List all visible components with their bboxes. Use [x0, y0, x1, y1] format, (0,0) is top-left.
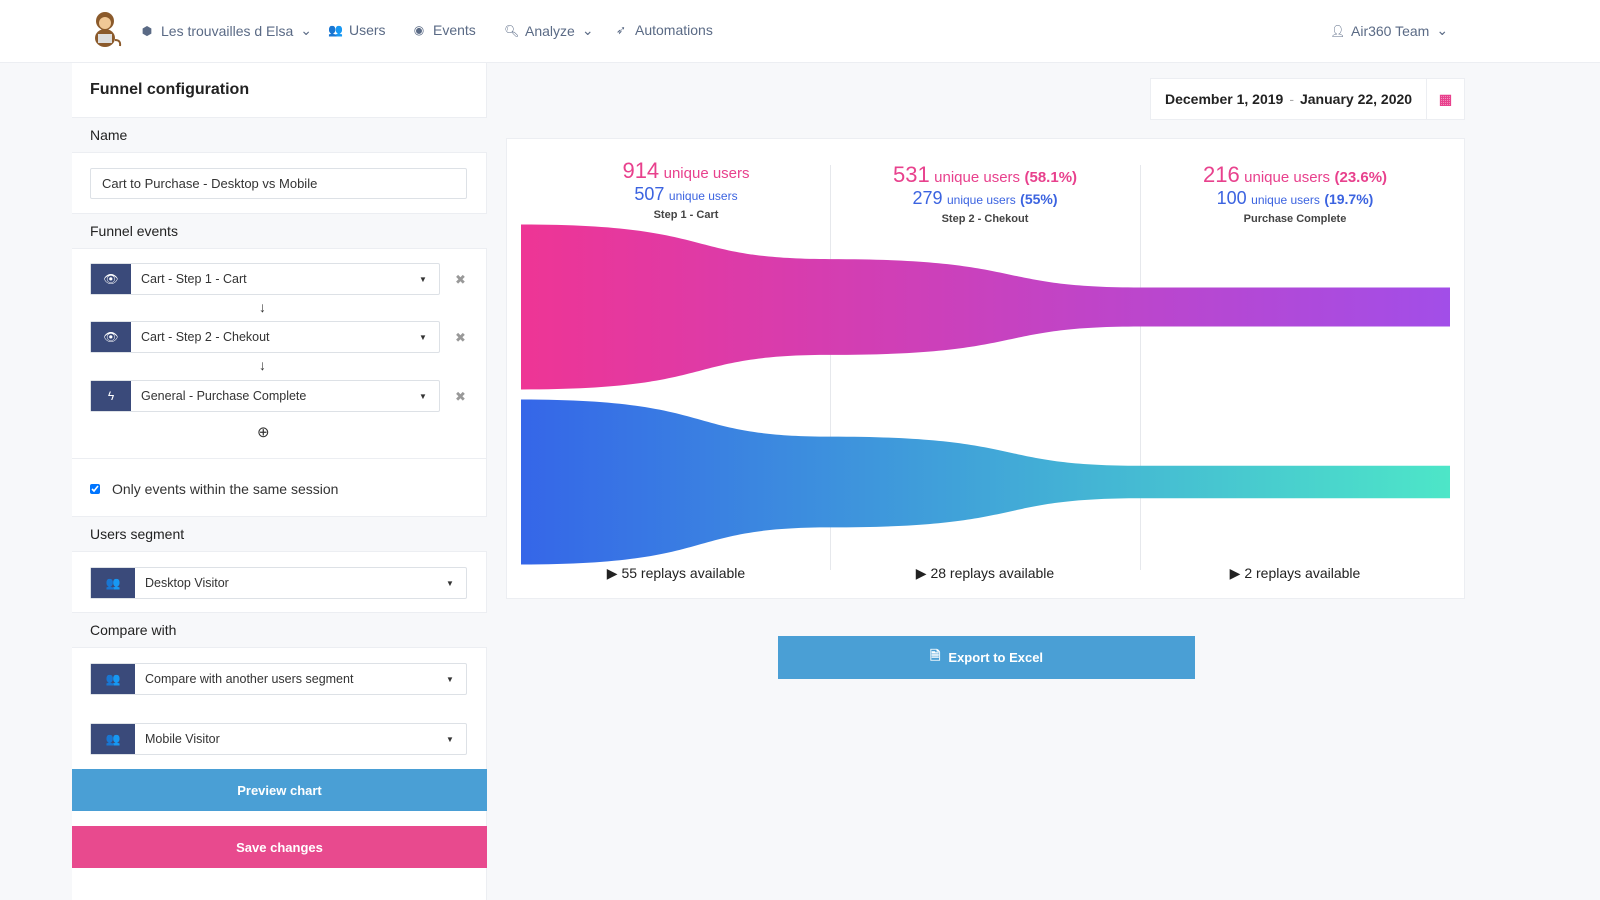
funnel-step-header: 216 unique users (23.6%) 100 unique user…	[1145, 162, 1445, 225]
funnel-chart	[521, 224, 1450, 565]
step-label: Purchase Complete	[1243, 213, 1347, 225]
replays-link[interactable]: ▶︎ 2 replays available	[1145, 565, 1445, 582]
play-icon: ▶︎	[1229, 565, 1241, 581]
step-label: Step 2 - Chekout	[941, 213, 1029, 225]
series1-count: 216 unique users (23.6%)	[1202, 162, 1388, 187]
funnel-step-header: 531 unique users (58.1%) 279 unique user…	[835, 162, 1135, 225]
play-icon: ▶︎	[606, 565, 618, 581]
series2-count: 100 unique users (19.7%)	[1216, 188, 1374, 208]
replays-link[interactable]: ▶︎ 28 replays available	[835, 565, 1135, 582]
play-icon: ▶︎	[915, 565, 927, 581]
series2-count: 507 unique users	[634, 184, 738, 204]
series1-count: 914 unique users	[622, 158, 750, 183]
export-excel-button[interactable]: 🗎 Export to Excel	[778, 636, 1195, 679]
export-label: Export to Excel	[948, 650, 1044, 665]
excel-file-icon: 🗎	[929, 647, 941, 663]
replays-link[interactable]: ▶︎ 55 replays available	[526, 565, 826, 582]
series1-count: 531 unique users (58.1%)	[892, 162, 1078, 187]
series2-count: 279 unique users (55%)	[912, 188, 1058, 208]
funnel-band-series-1	[521, 224, 1450, 390]
step-label: Step 1 - Cart	[653, 209, 719, 221]
funnel-step-header: 914 unique users 507 unique users Step 1…	[536, 158, 836, 221]
funnel-band-series-2	[521, 399, 1450, 565]
